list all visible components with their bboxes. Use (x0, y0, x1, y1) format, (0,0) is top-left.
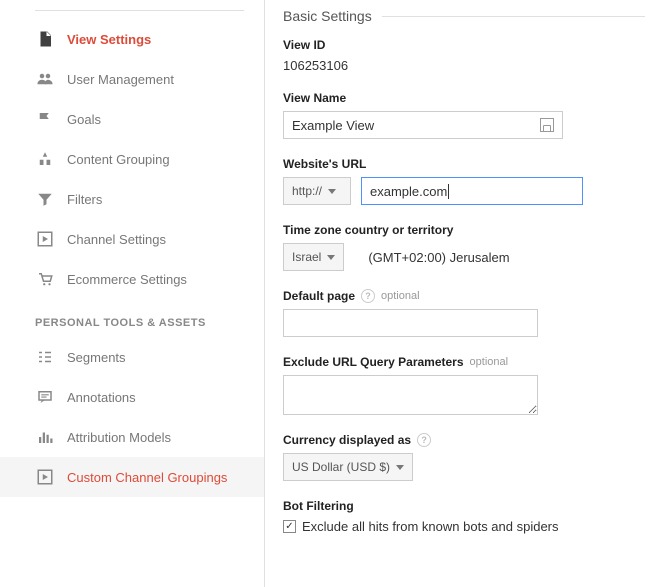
chevron-down-icon (396, 465, 404, 470)
dropdown-url-scheme[interactable]: http:// (283, 177, 351, 205)
sidebar-item-label: Attribution Models (67, 430, 171, 445)
text-cursor (448, 184, 449, 199)
field-view-id: View ID 106253106 (283, 38, 645, 73)
dropdown-value: US Dollar (USD $) (292, 460, 390, 474)
sidebar-item-user-management[interactable]: User Management (0, 59, 264, 99)
divider (382, 16, 645, 17)
sidebar-item-label: View Settings (67, 32, 151, 47)
label-default-page: Default page (283, 289, 355, 303)
annotation-icon (35, 387, 55, 407)
flag-icon (35, 109, 55, 129)
funnel-icon (35, 189, 55, 209)
textarea-exclude-params[interactable] (283, 375, 538, 415)
chevron-down-icon (327, 255, 335, 260)
help-icon[interactable]: ? (361, 289, 375, 303)
input-value: Example View (292, 118, 374, 133)
grouping-icon (35, 149, 55, 169)
optional-label: optional (381, 290, 420, 302)
sidebar-item-segments[interactable]: Segments (0, 337, 264, 377)
sidebar-item-annotations[interactable]: Annotations (0, 377, 264, 417)
divider (35, 10, 244, 11)
sidebar-item-filters[interactable]: Filters (0, 179, 264, 219)
sidebar-item-label: Content Grouping (67, 152, 170, 167)
sidebar-item-custom-channel-groupings[interactable]: Custom Channel Groupings (0, 457, 264, 497)
value-view-id: 106253106 (283, 58, 645, 73)
label-view-name: View Name (283, 91, 645, 105)
sidebar-item-goals[interactable]: Goals (0, 99, 264, 139)
sidebar-item-label: Custom Channel Groupings (67, 470, 227, 485)
label-timezone: Time zone country or territory (283, 223, 645, 237)
page-icon (35, 29, 55, 49)
dropdown-timezone-country[interactable]: Israel (283, 243, 344, 271)
field-default-page: Default page ? optional (283, 289, 645, 337)
sidebar-item-content-grouping[interactable]: Content Grouping (0, 139, 264, 179)
field-currency: Currency displayed as ? US Dollar (USD $… (283, 433, 645, 481)
section-title: Basic Settings (283, 8, 372, 24)
sidebar-item-label: Filters (67, 192, 102, 207)
chevron-down-icon (328, 189, 336, 194)
field-timezone: Time zone country or territory Israel (G… (283, 223, 645, 271)
save-icon (540, 118, 554, 132)
sidebar-item-label: Ecommerce Settings (67, 272, 187, 287)
sidebar: View Settings User Management Goals Cont… (0, 0, 265, 587)
users-icon (35, 69, 55, 89)
input-view-name[interactable]: Example View (283, 111, 563, 139)
label-currency: Currency displayed as (283, 433, 411, 447)
label-bot-filtering: Bot Filtering (283, 499, 645, 513)
sidebar-item-label: Channel Settings (67, 232, 166, 247)
checkbox-label: Exclude all hits from known bots and spi… (302, 519, 559, 534)
dropdown-value: Israel (292, 250, 321, 264)
input-url-domain[interactable]: example.com (361, 177, 583, 205)
sidebar-item-label: Annotations (67, 390, 136, 405)
timezone-display: (GMT+02:00) Jerusalem (368, 250, 509, 265)
bars-icon (35, 427, 55, 447)
help-icon[interactable]: ? (417, 433, 431, 447)
dropdown-currency[interactable]: US Dollar (USD $) (283, 453, 413, 481)
field-exclude-params: Exclude URL Query Parameters optional (283, 355, 645, 415)
field-bot-filtering: Bot Filtering ✓ Exclude all hits from kn… (283, 499, 645, 534)
sidebar-item-view-settings[interactable]: View Settings (0, 19, 264, 59)
label-view-id: View ID (283, 38, 645, 52)
sidebar-item-channel-settings[interactable]: Channel Settings (0, 219, 264, 259)
cart-icon (35, 269, 55, 289)
sidebar-item-label: User Management (67, 72, 174, 87)
sidebar-item-label: Goals (67, 112, 101, 127)
channel-icon (35, 467, 55, 487)
field-view-name: View Name Example View (283, 91, 645, 139)
optional-label: optional (470, 356, 509, 368)
input-default-page[interactable] (283, 309, 538, 337)
sidebar-item-label: Segments (67, 350, 126, 365)
dropdown-value: http:// (292, 184, 322, 198)
input-value: example.com (370, 184, 447, 199)
segments-icon (35, 347, 55, 367)
checkbox-bot-filtering[interactable]: ✓ (283, 520, 296, 533)
field-url: Website's URL http:// example.com (283, 157, 645, 205)
sidebar-section-header: PERSONAL TOOLS & ASSETS (0, 299, 264, 337)
sidebar-item-ecommerce[interactable]: Ecommerce Settings (0, 259, 264, 299)
label-exclude-params: Exclude URL Query Parameters (283, 355, 464, 369)
main-panel: Basic Settings View ID 106253106 View Na… (265, 0, 663, 587)
label-url: Website's URL (283, 157, 645, 171)
sidebar-item-attribution[interactable]: Attribution Models (0, 417, 264, 457)
channel-icon (35, 229, 55, 249)
